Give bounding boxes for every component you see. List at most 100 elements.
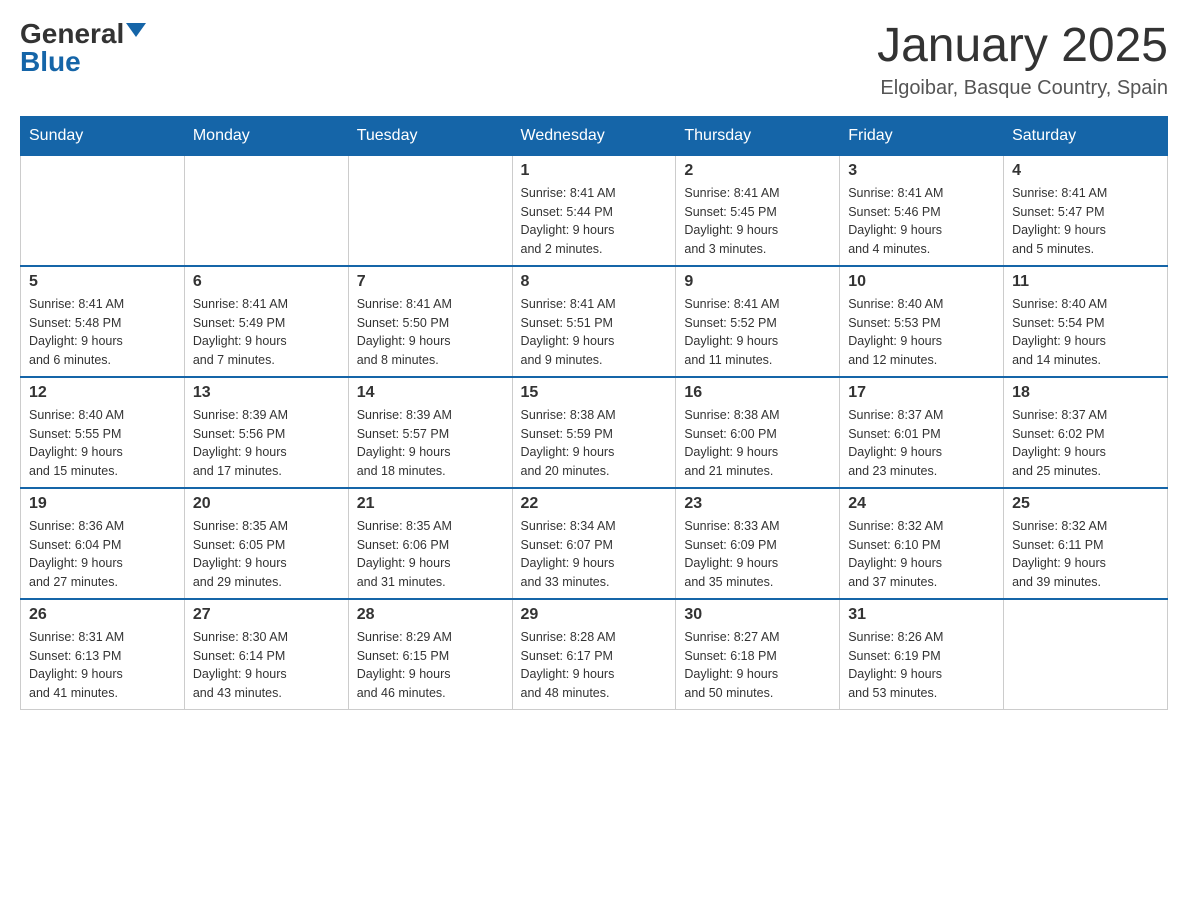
day-info: Sunrise: 8:27 AMSunset: 6:18 PMDaylight:…: [684, 628, 831, 703]
calendar-subtitle: Elgoibar, Basque Country, Spain: [877, 77, 1168, 100]
day-info: Sunrise: 8:41 AMSunset: 5:47 PMDaylight:…: [1012, 184, 1159, 259]
calendar-cell: 8Sunrise: 8:41 AMSunset: 5:51 PMDaylight…: [512, 266, 676, 377]
calendar-cell: 9 Sunrise: 8:41 AMSunset: 5:52 PMDaylight…: [676, 266, 840, 377]
calendar-cell: 12 Sunrise: 8:40 AMSunset: 5:55 PMDayligh…: [21, 377, 185, 488]
day-number: 27: [193, 606, 340, 624]
day-number: 21: [357, 495, 504, 513]
day-info: Sunrise: 8:32 AMSunset: 6:11 PMDaylight:…: [1012, 517, 1159, 592]
calendar-table: SundayMondayTuesdayWednesdayThursdayFrid…: [20, 116, 1168, 710]
day-number: 13: [193, 384, 340, 402]
day-number: 4: [1012, 162, 1159, 180]
calendar-cell: 11Sunrise: 8:40 AMSunset: 5:54 PMDayligh…: [1004, 266, 1168, 377]
calendar-cell: 18 Sunrise: 8:37 AMSunset: 6:02 PMDayligh…: [1004, 377, 1168, 488]
calendar-cell: 5 Sunrise: 8:41 AMSunset: 5:48 PMDaylight…: [21, 266, 185, 377]
day-info: Sunrise: 8:40 AMSunset: 5:53 PMDaylight:…: [848, 295, 995, 370]
day-number: 20: [193, 495, 340, 513]
day-number: 24: [848, 495, 995, 513]
day-info: Sunrise: 8:41 AMSunset: 5:44 PMDaylight:…: [521, 184, 668, 259]
header-cell-wednesday: Wednesday: [512, 116, 676, 155]
title-area: January 2025 Elgoibar, Basque Country, S…: [877, 20, 1168, 100]
calendar-cell: 31Sunrise: 8:26 AMSunset: 6:19 PMDayligh…: [840, 599, 1004, 710]
calendar-cell: 26 Sunrise: 8:31 AMSunset: 6:13 PMDayligh…: [21, 599, 185, 710]
day-number: 5: [29, 273, 176, 291]
day-number: 7: [357, 273, 504, 291]
calendar-cell: 7 Sunrise: 8:41 AMSunset: 5:50 PMDaylight…: [348, 266, 512, 377]
calendar-cell: 17Sunrise: 8:37 AMSunset: 6:01 PMDayligh…: [840, 377, 1004, 488]
calendar-title: January 2025: [877, 20, 1168, 73]
day-info: Sunrise: 8:40 AMSunset: 5:55 PMDaylight:…: [29, 406, 176, 481]
day-info: Sunrise: 8:41 AMSunset: 5:51 PMDaylight:…: [521, 295, 668, 370]
day-number: 12: [29, 384, 176, 402]
page-header: General Blue January 2025 Elgoibar, Basq…: [20, 20, 1168, 100]
calendar-cell: 13Sunrise: 8:39 AMSunset: 5:56 PMDayligh…: [184, 377, 348, 488]
header-cell-tuesday: Tuesday: [348, 116, 512, 155]
day-info: Sunrise: 8:28 AMSunset: 6:17 PMDaylight:…: [521, 628, 668, 703]
calendar-row-1: 5 Sunrise: 8:41 AMSunset: 5:48 PMDaylight…: [21, 266, 1168, 377]
day-info: Sunrise: 8:35 AMSunset: 6:06 PMDaylight:…: [357, 517, 504, 592]
day-number: 30: [684, 606, 831, 624]
day-number: 26: [29, 606, 176, 624]
calendar-cell: 16Sunrise: 8:38 AMSunset: 6:00 PMDayligh…: [676, 377, 840, 488]
day-number: 29: [521, 606, 668, 624]
day-number: 17: [848, 384, 995, 402]
day-number: 1: [521, 162, 668, 180]
header-cell-monday: Monday: [184, 116, 348, 155]
calendar-cell: 22 Sunrise: 8:34 AMSunset: 6:07 PMDayligh…: [512, 488, 676, 599]
day-info: Sunrise: 8:30 AMSunset: 6:14 PMDaylight:…: [193, 628, 340, 703]
calendar-cell: [1004, 599, 1168, 710]
day-info: Sunrise: 8:36 AMSunset: 6:04 PMDaylight:…: [29, 517, 176, 592]
day-number: 31: [848, 606, 995, 624]
day-number: 23: [684, 495, 831, 513]
calendar-cell: [348, 155, 512, 266]
day-info: Sunrise: 8:32 AMSunset: 6:10 PMDaylight:…: [848, 517, 995, 592]
day-info: Sunrise: 8:41 AMSunset: 5:52 PMDaylight:…: [684, 295, 831, 370]
logo: General Blue: [20, 20, 146, 76]
calendar-row-2: 12 Sunrise: 8:40 AMSunset: 5:55 PMDayligh…: [21, 377, 1168, 488]
day-info: Sunrise: 8:38 AMSunset: 5:59 PMDaylight:…: [521, 406, 668, 481]
calendar-cell: 14 Sunrise: 8:39 AMSunset: 5:57 PMDayligh…: [348, 377, 512, 488]
day-info: Sunrise: 8:41 AMSunset: 5:45 PMDaylight:…: [684, 184, 831, 259]
calendar-cell: 4 Sunrise: 8:41 AMSunset: 5:47 PMDaylight…: [1004, 155, 1168, 266]
logo-arrow-icon: [126, 23, 146, 37]
calendar-row-4: 26 Sunrise: 8:31 AMSunset: 6:13 PMDayligh…: [21, 599, 1168, 710]
day-info: Sunrise: 8:31 AMSunset: 6:13 PMDaylight:…: [29, 628, 176, 703]
calendar-body: 1 Sunrise: 8:41 AMSunset: 5:44 PMDaylight…: [21, 155, 1168, 709]
day-number: 9: [684, 273, 831, 291]
calendar-cell: [21, 155, 185, 266]
day-info: Sunrise: 8:40 AMSunset: 5:54 PMDaylight:…: [1012, 295, 1159, 370]
day-info: Sunrise: 8:34 AMSunset: 6:07 PMDaylight:…: [521, 517, 668, 592]
day-info: Sunrise: 8:41 AMSunset: 5:50 PMDaylight:…: [357, 295, 504, 370]
header-row: SundayMondayTuesdayWednesdayThursdayFrid…: [21, 116, 1168, 155]
header-cell-friday: Friday: [840, 116, 1004, 155]
day-info: Sunrise: 8:41 AMSunset: 5:46 PMDaylight:…: [848, 184, 995, 259]
day-number: 16: [684, 384, 831, 402]
day-info: Sunrise: 8:39 AMSunset: 5:57 PMDaylight:…: [357, 406, 504, 481]
day-info: Sunrise: 8:41 AMSunset: 5:48 PMDaylight:…: [29, 295, 176, 370]
day-info: Sunrise: 8:35 AMSunset: 6:05 PMDaylight:…: [193, 517, 340, 592]
calendar-cell: 28 Sunrise: 8:29 AMSunset: 6:15 PMDayligh…: [348, 599, 512, 710]
calendar-cell: 1 Sunrise: 8:41 AMSunset: 5:44 PMDaylight…: [512, 155, 676, 266]
day-number: 28: [357, 606, 504, 624]
day-info: Sunrise: 8:37 AMSunset: 6:02 PMDaylight:…: [1012, 406, 1159, 481]
day-number: 22: [521, 495, 668, 513]
day-info: Sunrise: 8:29 AMSunset: 6:15 PMDaylight:…: [357, 628, 504, 703]
calendar-cell: 24 Sunrise: 8:32 AMSunset: 6:10 PMDayligh…: [840, 488, 1004, 599]
day-number: 3: [848, 162, 995, 180]
logo-blue-text: Blue: [20, 48, 81, 76]
calendar-row-0: 1 Sunrise: 8:41 AMSunset: 5:44 PMDaylight…: [21, 155, 1168, 266]
calendar-header: SundayMondayTuesdayWednesdayThursdayFrid…: [21, 116, 1168, 155]
calendar-cell: 2Sunrise: 8:41 AMSunset: 5:45 PMDaylight…: [676, 155, 840, 266]
calendar-cell: 15Sunrise: 8:38 AMSunset: 5:59 PMDayligh…: [512, 377, 676, 488]
day-number: 6: [193, 273, 340, 291]
calendar-cell: 25 Sunrise: 8:32 AMSunset: 6:11 PMDayligh…: [1004, 488, 1168, 599]
day-number: 25: [1012, 495, 1159, 513]
logo-general-text: General: [20, 20, 124, 48]
day-info: Sunrise: 8:41 AMSunset: 5:49 PMDaylight:…: [193, 295, 340, 370]
calendar-cell: 19Sunrise: 8:36 AMSunset: 6:04 PMDayligh…: [21, 488, 185, 599]
calendar-cell: 29 Sunrise: 8:28 AMSunset: 6:17 PMDayligh…: [512, 599, 676, 710]
calendar-cell: [184, 155, 348, 266]
day-number: 18: [1012, 384, 1159, 402]
calendar-cell: 23 Sunrise: 8:33 AMSunset: 6:09 PMDayligh…: [676, 488, 840, 599]
day-number: 14: [357, 384, 504, 402]
day-info: Sunrise: 8:33 AMSunset: 6:09 PMDaylight:…: [684, 517, 831, 592]
